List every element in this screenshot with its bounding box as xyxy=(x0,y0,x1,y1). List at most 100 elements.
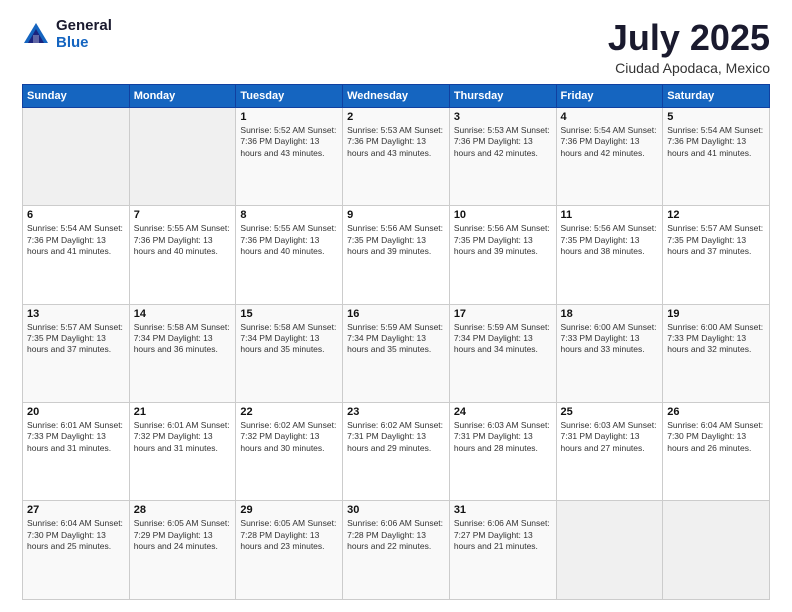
calendar-day-cell: 3Sunrise: 5:53 AM Sunset: 7:36 PM Daylig… xyxy=(449,107,556,205)
calendar-day-cell: 23 Sunrise: 6:02 AM Sunset: 7:31 PM Dayli… xyxy=(343,403,450,501)
calendar-week-row: 1 Sunrise: 5:52 AM Sunset: 7:36 PM Daylig… xyxy=(23,107,770,205)
calendar-day-cell: 30 Sunrise: 6:06 AM Sunset: 7:28 PM Dayli… xyxy=(343,501,450,600)
day-info: Sunrise: 6:02 AM Sunset: 7:31 PM Dayligh… xyxy=(347,420,445,454)
calendar-day-header: Sunday xyxy=(23,84,130,107)
day-info: Sunrise: 5:54 AM Sunset: 7:36 PM Dayligh… xyxy=(667,125,765,159)
day-number: 12 xyxy=(667,209,765,221)
calendar-day-cell: 5 Sunrise: 5:54 AM Sunset: 7:36 PM Daylig… xyxy=(663,107,770,205)
day-number: 27 xyxy=(27,504,125,516)
calendar-day-header: Saturday xyxy=(663,84,770,107)
calendar-day-cell: 8 Sunrise: 5:55 AM Sunset: 7:36 PM Daylig… xyxy=(236,206,343,304)
day-number: 14 xyxy=(134,308,232,320)
calendar-day-header: Monday xyxy=(129,84,236,107)
day-number: 23 xyxy=(347,406,445,418)
day-number: 19 xyxy=(667,308,765,320)
day-info: Sunrise: 5:55 AM Sunset: 7:36 PM Dayligh… xyxy=(134,223,232,257)
logo-icon xyxy=(22,21,50,49)
day-info: Sunrise: 6:05 AM Sunset: 7:28 PM Dayligh… xyxy=(240,518,338,552)
day-number: 21 xyxy=(134,406,232,418)
day-number: 16 xyxy=(347,308,445,320)
calendar-day-cell: 6 Sunrise: 5:54 AM Sunset: 7:36 PM Daylig… xyxy=(23,206,130,304)
day-info: Sunrise: 5:53 AM Sunset: 7:36 PM Dayligh… xyxy=(347,125,445,159)
calendar-day-header: Tuesday xyxy=(236,84,343,107)
calendar-day-cell: 7 Sunrise: 5:55 AM Sunset: 7:36 PM Daylig… xyxy=(129,206,236,304)
calendar-day-cell: 19 Sunrise: 6:00 AM Sunset: 7:33 PM Dayli… xyxy=(663,304,770,402)
day-info: Sunrise: 5:54 AM Sunset: 7:36 PM Dayligh… xyxy=(27,223,125,257)
calendar-day-cell: 4 Sunrise: 5:54 AM Sunset: 7:36 PM Daylig… xyxy=(556,107,663,205)
calendar-day-cell: 31 Sunrise: 6:06 AM Sunset: 7:27 PM Dayli… xyxy=(449,501,556,600)
page: General Blue July 2025 Ciudad Apodaca, M… xyxy=(0,0,792,612)
location: Ciudad Apodaca, Mexico xyxy=(608,60,770,76)
day-number: 25 xyxy=(561,406,659,418)
day-number: 29 xyxy=(240,504,338,516)
day-info: Sunrise: 6:01 AM Sunset: 7:32 PM Dayligh… xyxy=(134,420,232,454)
day-number: 20 xyxy=(27,406,125,418)
calendar-day-cell: 28Sunrise: 6:05 AM Sunset: 7:29 PM Dayli… xyxy=(129,501,236,600)
day-number: 4 xyxy=(561,111,659,123)
logo: General Blue xyxy=(22,18,112,51)
day-info: Sunrise: 5:56 AM Sunset: 7:35 PM Dayligh… xyxy=(347,223,445,257)
day-info: Sunrise: 5:57 AM Sunset: 7:35 PM Dayligh… xyxy=(27,322,125,356)
day-info: Sunrise: 5:54 AM Sunset: 7:36 PM Dayligh… xyxy=(561,125,659,159)
header: General Blue July 2025 Ciudad Apodaca, M… xyxy=(22,18,770,76)
calendar-day-cell: 15 Sunrise: 5:58 AM Sunset: 7:34 PM Dayli… xyxy=(236,304,343,402)
day-info: Sunrise: 6:02 AM Sunset: 7:32 PM Dayligh… xyxy=(240,420,338,454)
calendar-day-cell: 13Sunrise: 5:57 AM Sunset: 7:35 PM Dayli… xyxy=(23,304,130,402)
day-info: Sunrise: 5:59 AM Sunset: 7:34 PM Dayligh… xyxy=(454,322,552,356)
day-number: 8 xyxy=(240,209,338,221)
logo-blue: Blue xyxy=(56,35,112,52)
day-number: 7 xyxy=(134,209,232,221)
calendar-week-row: 6 Sunrise: 5:54 AM Sunset: 7:36 PM Daylig… xyxy=(23,206,770,304)
calendar-header-row: SundayMondayTuesdayWednesdayThursdayFrid… xyxy=(23,84,770,107)
calendar-day-cell: 26Sunrise: 6:04 AM Sunset: 7:30 PM Dayli… xyxy=(663,403,770,501)
day-number: 28 xyxy=(134,504,232,516)
day-info: Sunrise: 6:03 AM Sunset: 7:31 PM Dayligh… xyxy=(454,420,552,454)
calendar-day-cell: 22 Sunrise: 6:02 AM Sunset: 7:32 PM Dayli… xyxy=(236,403,343,501)
calendar-day-cell: 27Sunrise: 6:04 AM Sunset: 7:30 PM Dayli… xyxy=(23,501,130,600)
logo-text: General Blue xyxy=(56,18,112,51)
day-info: Sunrise: 6:01 AM Sunset: 7:33 PM Dayligh… xyxy=(27,420,125,454)
calendar-day-cell: 10 Sunrise: 5:56 AM Sunset: 7:35 PM Dayli… xyxy=(449,206,556,304)
day-info: Sunrise: 6:00 AM Sunset: 7:33 PM Dayligh… xyxy=(561,322,659,356)
day-number: 6 xyxy=(27,209,125,221)
calendar-day-header: Wednesday xyxy=(343,84,450,107)
day-number: 30 xyxy=(347,504,445,516)
calendar-day-cell: 11Sunrise: 5:56 AM Sunset: 7:35 PM Dayli… xyxy=(556,206,663,304)
day-info: Sunrise: 6:03 AM Sunset: 7:31 PM Dayligh… xyxy=(561,420,659,454)
day-number: 1 xyxy=(240,111,338,123)
day-number: 26 xyxy=(667,406,765,418)
day-number: 3 xyxy=(454,111,552,123)
calendar-week-row: 13Sunrise: 5:57 AM Sunset: 7:35 PM Dayli… xyxy=(23,304,770,402)
day-info: Sunrise: 5:52 AM Sunset: 7:36 PM Dayligh… xyxy=(240,125,338,159)
day-info: Sunrise: 5:56 AM Sunset: 7:35 PM Dayligh… xyxy=(454,223,552,257)
calendar-day-header: Thursday xyxy=(449,84,556,107)
calendar-day-cell: 24 Sunrise: 6:03 AM Sunset: 7:31 PM Dayli… xyxy=(449,403,556,501)
calendar-week-row: 27Sunrise: 6:04 AM Sunset: 7:30 PM Dayli… xyxy=(23,501,770,600)
calendar-day-cell: 9 Sunrise: 5:56 AM Sunset: 7:35 PM Daylig… xyxy=(343,206,450,304)
day-number: 5 xyxy=(667,111,765,123)
day-number: 9 xyxy=(347,209,445,221)
day-number: 17 xyxy=(454,308,552,320)
calendar-day-cell: 29 Sunrise: 6:05 AM Sunset: 7:28 PM Dayli… xyxy=(236,501,343,600)
day-info: Sunrise: 5:58 AM Sunset: 7:34 PM Dayligh… xyxy=(134,322,232,356)
day-number: 10 xyxy=(454,209,552,221)
calendar-table: SundayMondayTuesdayWednesdayThursdayFrid… xyxy=(22,84,770,600)
day-info: Sunrise: 5:58 AM Sunset: 7:34 PM Dayligh… xyxy=(240,322,338,356)
day-number: 18 xyxy=(561,308,659,320)
day-info: Sunrise: 6:00 AM Sunset: 7:33 PM Dayligh… xyxy=(667,322,765,356)
calendar-day-cell xyxy=(663,501,770,600)
calendar-day-cell xyxy=(129,107,236,205)
calendar-day-cell: 2 Sunrise: 5:53 AM Sunset: 7:36 PM Daylig… xyxy=(343,107,450,205)
day-number: 31 xyxy=(454,504,552,516)
day-info: Sunrise: 5:55 AM Sunset: 7:36 PM Dayligh… xyxy=(240,223,338,257)
day-info: Sunrise: 5:57 AM Sunset: 7:35 PM Dayligh… xyxy=(667,223,765,257)
calendar-day-cell: 16Sunrise: 5:59 AM Sunset: 7:34 PM Dayli… xyxy=(343,304,450,402)
calendar-day-cell: 1 Sunrise: 5:52 AM Sunset: 7:36 PM Daylig… xyxy=(236,107,343,205)
day-number: 15 xyxy=(240,308,338,320)
day-number: 24 xyxy=(454,406,552,418)
day-info: Sunrise: 6:06 AM Sunset: 7:28 PM Dayligh… xyxy=(347,518,445,552)
day-number: 2 xyxy=(347,111,445,123)
day-info: Sunrise: 6:06 AM Sunset: 7:27 PM Dayligh… xyxy=(454,518,552,552)
day-number: 22 xyxy=(240,406,338,418)
logo-general: General xyxy=(56,18,112,35)
